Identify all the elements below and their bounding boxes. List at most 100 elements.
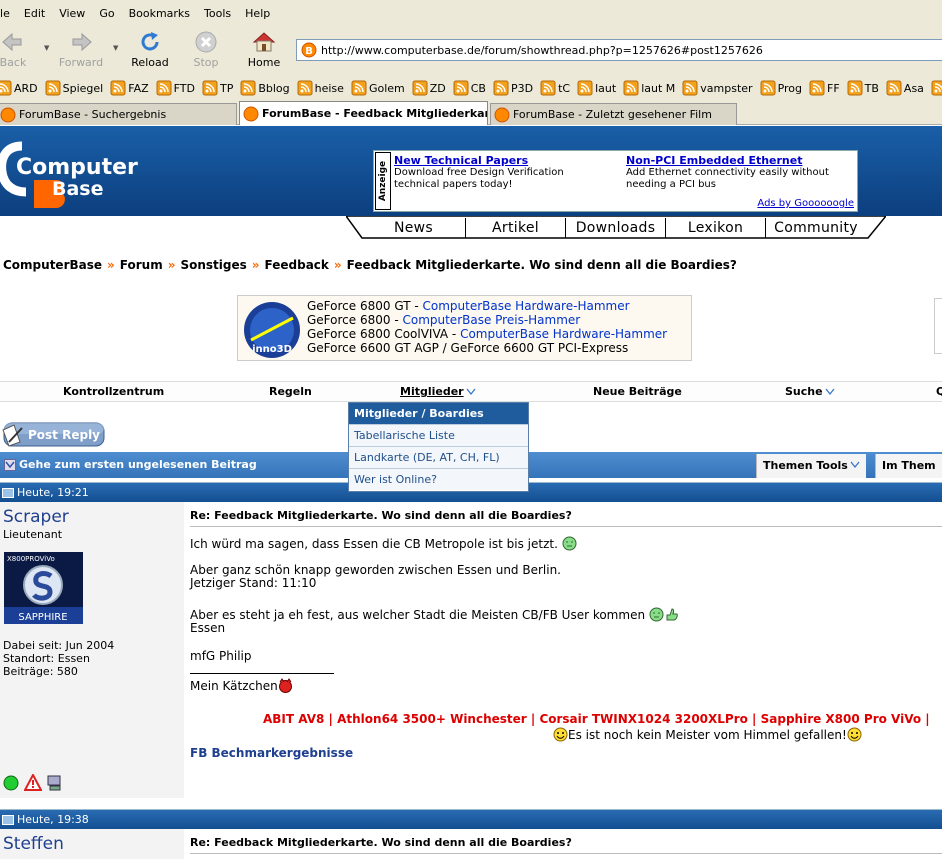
author-username[interactable]: Steffen [3,834,64,854]
rss-feed-icon [240,80,256,96]
banner-link[interactable]: ComputerBase Hardware-Hammer [422,299,629,313]
breadcrumb-computerbase[interactable]: ComputerBase [3,258,102,272]
nav-downloads[interactable]: Downloads [566,218,666,238]
breadcrumb-sonstiges[interactable]: Sonstiges [180,258,246,272]
forward-history-dropdown[interactable]: ▼ [113,44,121,52]
ad-embedded-ethernet[interactable]: Non-PCI Embedded Ethernet Add Ethernet c… [626,155,851,191]
bookmark-item[interactable]: Golem [351,78,405,98]
forum-nav-overflow[interactable]: Q [936,385,942,398]
nav-lexikon[interactable]: Lexikon [666,218,766,238]
tab-zuletzt-gesehener-film[interactable]: ForumBase - Zuletzt gesehener Film [490,103,737,125]
forum-nav-kontrollzentrum[interactable]: Kontrollzentrum [63,385,164,398]
menu-bookmarks[interactable]: Bookmarks [122,4,197,24]
bookmark-item[interactable]: FTD [156,78,195,98]
rss-feed-icon [809,80,825,96]
menu-file[interactable]: ile [0,4,17,24]
stop-button[interactable]: Stop [181,26,231,74]
rss-feed-icon [760,80,776,96]
post-reply-button[interactable]: Post Reply [0,422,106,448]
forward-button[interactable]: Forward [56,26,106,74]
menu-go[interactable]: Go [92,4,121,24]
post-title-divider [190,526,942,527]
bookmark-item[interactable]: Bblog [240,78,290,98]
author-icons [2,774,68,792]
forum-nav-mitglieder[interactable]: Mitglieder [400,385,476,398]
reload-button[interactable]: Reload [125,26,175,74]
bookmark-item[interactable]: laut M [623,78,675,98]
author-username[interactable]: Scraper [3,507,69,527]
rss-feed-icon [540,80,556,96]
report-warning-icon[interactable] [24,774,42,792]
bookmark-item[interactable]: TB [847,78,879,98]
breadcrumb-separator: » [167,258,176,272]
menu-tools[interactable]: Tools [197,4,238,24]
bookmark-item[interactable]: vampster [682,78,753,98]
bookmark-item[interactable]: ARD [0,78,38,98]
menu-item-landkarte[interactable]: Landkarte (DE, AT, CH, FL) [349,446,528,468]
home-icon [252,32,276,52]
address-bar[interactable]: B http://www.computerbase.de/forum/showt… [296,39,942,61]
forward-arrow-icon [72,32,92,52]
bookmark-item[interactable]: Spiegel [45,78,103,98]
bookmark-item[interactable]: ZD [412,78,446,98]
menu-edit[interactable]: Edit [17,4,52,24]
banner-link[interactable]: ComputerBase Preis-Hammer [402,313,580,327]
rss-feed-icon [847,80,863,96]
inno3d-banner[interactable]: inno3D GeForce 6800 GT - ComputerBase Ha… [237,295,692,361]
ads-by-google-link[interactable]: Ads by Goooooogle [757,198,854,209]
rss-feed-icon [45,80,61,96]
bookmark-item[interactable]: P3D [493,78,533,98]
bookmark-item[interactable]: Asa [886,78,924,98]
benchmark-results-link[interactable]: FB Bechmarkergebnisse [190,746,353,760]
first-unread-icon [4,458,16,471]
back-history-dropdown[interactable]: ▼ [44,44,52,52]
tab-feedback-mitgliederkarte[interactable]: ForumBase - Feedback Mitgliederkar... [239,101,488,125]
breadcrumb-feedback[interactable]: Feedback [265,258,329,272]
bookmark-item[interactable]: laut [577,78,616,98]
bookmark-item[interactable]: Prog [760,78,802,98]
inno3d-logo: inno3D [244,302,300,358]
post-text: mfG Philip [190,649,252,663]
menu-view[interactable]: View [52,4,92,24]
ad-technical-papers[interactable]: New Technical Papers Download free Desig… [394,155,619,191]
svg-text:Base: Base [52,178,104,200]
svg-text:Computer: Computer [16,155,138,180]
members-menu-header: Mitglieder / Boardies [349,403,528,424]
svg-text:X800PROViVo: X800PROViVo [7,555,55,563]
post-text: Aber ganz schön knapp geworden zwischen … [190,563,561,590]
bookmark-item[interactable]: FF [809,78,840,98]
rss-feed-icon [110,80,126,96]
forum-nav-suche[interactable]: Suche [785,385,835,398]
computer-profile-icon[interactable] [46,774,64,792]
nav-news[interactable]: News [362,218,466,238]
avatar: X800PROViVo SAPPHIRE [4,552,83,624]
nav-artikel[interactable]: Artikel [466,218,566,238]
site-nav-bar: News Artikel Downloads Lexikon Community [0,216,942,240]
forum-nav-regeln[interactable]: Regeln [269,385,312,398]
bookmark-item[interactable]: atop [931,78,942,98]
bookmark-item[interactable]: tC [540,78,570,98]
home-button[interactable]: Home [239,26,289,74]
rss-feed-icon [493,80,509,96]
forum-nav-neue-beitraege[interactable]: Neue Beiträge [593,385,682,398]
post-title: Re: Feedback Mitgliederkarte. Wo sind de… [190,836,572,849]
bookmark-item[interactable]: FAZ [110,78,149,98]
menu-help[interactable]: Help [238,4,277,24]
first-unread-link[interactable]: Gehe zum ersten ungelesenen Beitrag [4,458,257,471]
bookmark-item[interactable]: TP [202,78,233,98]
back-button[interactable]: Back [0,26,38,74]
banner-link[interactable]: ComputerBase Hardware-Hammer [460,327,667,341]
breadcrumb-separator: » [251,258,260,272]
breadcrumb-forum[interactable]: Forum [120,258,163,272]
nav-community[interactable]: Community [766,218,866,238]
thread-tools-button[interactable]: Themen Tools [756,454,866,478]
menu-item-wer-ist-online[interactable]: Wer ist Online? [349,468,528,490]
menu-item-tabellarische-liste[interactable]: Tabellarische Liste [349,424,528,446]
bookmark-item[interactable]: heise [297,78,344,98]
bookmark-item[interactable]: CB [453,78,486,98]
url-text: http://www.computerbase.de/forum/showthr… [321,43,763,57]
tab-suchergebnis[interactable]: ForumBase - Suchergebnis [0,103,237,125]
computerbase-logo[interactable]: Computer Base [0,132,140,212]
im-thema-button[interactable]: Im Them [875,454,942,478]
post-author-panel: Scraper Lieutenant X800PROViVo SAPPHIRE … [0,502,184,798]
